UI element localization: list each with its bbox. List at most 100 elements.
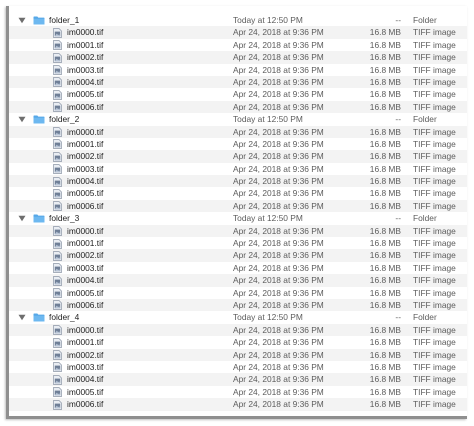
tiff-file-icon [53, 287, 63, 299]
file-kind: TIFF image [413, 151, 456, 162]
file-row[interactable]: im0003.tif Apr 24, 2018 at 9:36 PM 16.8 MB… [9, 163, 467, 175]
folder-icon [33, 14, 45, 26]
tiff-file-icon [53, 274, 63, 286]
file-kind: TIFF image [413, 138, 456, 149]
file-row[interactable]: im0004.tif Apr 24, 2018 at 9:36 PM 16.8 MB… [9, 175, 467, 188]
file-size: -- [395, 213, 401, 224]
date-modified: Apr 24, 2018 at 9:36 PM [233, 299, 324, 310]
file-kind: Folder [413, 15, 437, 25]
file-row[interactable]: im0003.tif Apr 24, 2018 at 9:36 PM 16.8 MB… [9, 262, 467, 274]
file-name: im0004.tif [67, 275, 104, 286]
file-row[interactable]: im0005.tif Apr 24, 2018 at 9:36 PM 16.8 MB… [9, 187, 467, 199]
date-modified: Apr 24, 2018 at 9:36 PM [233, 361, 324, 372]
file-kind: TIFF image [413, 225, 456, 236]
file-size: 16.8 MB [369, 39, 401, 50]
date-modified: Apr 24, 2018 at 9:36 PM [233, 250, 324, 261]
file-row[interactable]: im0000.tif Apr 24, 2018 at 9:36 PM 16.8 MB… [9, 323, 467, 337]
file-row[interactable]: im0002.tif Apr 24, 2018 at 9:36 PM 16.8 MB… [9, 150, 467, 163]
file-size: -- [395, 114, 401, 125]
file-kind: TIFF image [413, 361, 456, 372]
file-size: 16.8 MB [369, 275, 401, 286]
file-row[interactable]: im0006.tif Apr 24, 2018 at 9:36 PM 16.8 MB… [9, 398, 467, 411]
file-row[interactable]: im0006.tif Apr 24, 2018 at 9:36 PM 16.8 MB… [9, 100, 467, 114]
tiff-file-icon [53, 262, 63, 274]
file-row[interactable]: im0002.tif Apr 24, 2018 at 9:36 PM 16.8 MB… [9, 51, 467, 64]
file-size: 16.8 MB [369, 188, 401, 199]
date-modified: Apr 24, 2018 at 9:36 PM [233, 262, 324, 273]
tiff-file-icon [53, 163, 63, 175]
date-modified: Today at 12:50 PM [233, 15, 303, 25]
date-modified: Apr 24, 2018 at 9:36 PM [233, 27, 324, 38]
file-size: 16.8 MB [369, 76, 401, 87]
file-name: im0005.tif [67, 89, 104, 100]
disclosure-triangle-icon[interactable] [17, 212, 27, 224]
file-row[interactable]: im0004.tif Apr 24, 2018 at 9:36 PM 16.8 MB… [9, 274, 467, 287]
file-kind: Folder [413, 312, 437, 323]
tiff-file-icon [53, 349, 63, 361]
file-name: im0002.tif [67, 52, 104, 63]
date-modified: Apr 24, 2018 at 9:36 PM [233, 163, 324, 174]
file-row[interactable]: im0001.tif Apr 24, 2018 at 9:36 PM 16.8 MB… [9, 237, 467, 249]
tiff-file-icon [53, 386, 63, 398]
file-row[interactable]: im0003.tif Apr 24, 2018 at 9:36 PM 16.8 MB… [9, 361, 467, 373]
folder-row[interactable]: folder_3 Today at 12:50 PM -- Folder [9, 212, 467, 224]
tiff-file-icon [53, 126, 63, 138]
date-modified: Apr 24, 2018 at 9:36 PM [233, 176, 324, 187]
tiff-file-icon [53, 76, 63, 88]
file-name: im0006.tif [67, 200, 104, 211]
date-modified: Apr 24, 2018 at 9:36 PM [233, 337, 324, 348]
file-row[interactable]: im0001.tif Apr 24, 2018 at 9:36 PM 16.8 MB… [9, 138, 467, 150]
file-row[interactable]: im0006.tif Apr 24, 2018 at 9:36 PM 16.8 MB… [9, 298, 467, 312]
file-kind: Folder [413, 114, 437, 125]
file-row[interactable]: im0006.tif Apr 24, 2018 at 9:36 PM 16.8 MB… [9, 199, 467, 213]
disclosure-triangle-icon[interactable] [17, 311, 27, 323]
file-size: 16.8 MB [369, 52, 401, 63]
folder-row[interactable]: folder_1 Today at 12:50 PM -- Folder [9, 14, 467, 26]
file-row[interactable]: im0000.tif Apr 24, 2018 at 9:36 PM 16.8 MB… [9, 224, 467, 238]
disclosure-triangle-icon[interactable] [17, 113, 27, 125]
date-modified: Apr 24, 2018 at 9:36 PM [233, 287, 324, 298]
file-size: 16.8 MB [369, 64, 401, 75]
file-row[interactable]: im0005.tif Apr 24, 2018 at 9:36 PM 16.8 MB… [9, 88, 467, 100]
file-name: im0003.tif [67, 262, 104, 273]
date-modified: Apr 24, 2018 at 9:36 PM [233, 64, 324, 75]
tiff-file-icon [53, 398, 63, 410]
folder-name: folder_3 [49, 213, 80, 224]
file-size: 16.8 MB [369, 101, 401, 112]
file-row[interactable]: im0004.tif Apr 24, 2018 at 9:36 PM 16.8 MB… [9, 75, 467, 89]
file-size: -- [395, 15, 401, 25]
folder-name: folder_4 [49, 312, 80, 323]
disclosure-triangle-icon[interactable] [17, 14, 27, 26]
date-modified: Apr 24, 2018 at 9:36 PM [233, 39, 324, 50]
file-size: 16.8 MB [369, 262, 401, 273]
file-name: im0000.tif [67, 324, 104, 335]
tiff-file-icon [53, 361, 63, 373]
file-kind: TIFF image [413, 163, 456, 174]
file-kind: TIFF image [413, 374, 456, 385]
file-row[interactable]: im0005.tif Apr 24, 2018 at 9:36 PM 16.8 MB… [9, 287, 467, 299]
file-row[interactable]: im0002.tif Apr 24, 2018 at 9:36 PM 16.8 MB… [9, 348, 467, 361]
file-name: im0004.tif [67, 176, 104, 187]
file-row[interactable]: im0001.tif Apr 24, 2018 at 9:36 PM 16.8 MB… [9, 39, 467, 51]
file-row[interactable]: im0005.tif Apr 24, 2018 at 9:36 PM 16.8 MB… [9, 386, 467, 398]
file-row[interactable]: im0003.tif Apr 24, 2018 at 9:36 PM 16.8 MB… [9, 64, 467, 76]
date-modified: Apr 24, 2018 at 9:36 PM [233, 89, 324, 100]
folder-icon [33, 311, 45, 323]
file-row[interactable]: im0000.tif Apr 24, 2018 at 9:36 PM 16.8 MB… [9, 125, 467, 138]
file-row[interactable]: im0000.tif Apr 24, 2018 at 9:36 PM 16.8 MB… [9, 26, 467, 39]
file-kind: TIFF image [413, 188, 456, 199]
file-row[interactable]: im0004.tif Apr 24, 2018 at 9:36 PM 16.8 MB… [9, 373, 467, 386]
date-modified: Today at 12:50 PM [233, 312, 303, 323]
file-name: im0006.tif [67, 399, 104, 410]
file-row[interactable]: im0002.tif Apr 24, 2018 at 9:36 PM 16.8 MB… [9, 249, 467, 262]
file-row[interactable]: im0001.tif Apr 24, 2018 at 9:36 PM 16.8 MB… [9, 336, 467, 348]
file-kind: TIFF image [413, 52, 456, 63]
file-size: 16.8 MB [369, 337, 401, 348]
finder-list-window: folder_1 Today at 12:50 PM -- Folder im0000.… [6, 6, 467, 419]
folder-row[interactable]: folder_4 Today at 12:50 PM -- Folder [9, 311, 467, 323]
file-size: 16.8 MB [369, 250, 401, 261]
file-name: im0001.tif [67, 138, 104, 149]
file-size: 16.8 MB [369, 27, 401, 38]
file-kind: TIFF image [413, 126, 456, 137]
folder-row[interactable]: folder_2 Today at 12:50 PM -- Folder [9, 113, 467, 125]
